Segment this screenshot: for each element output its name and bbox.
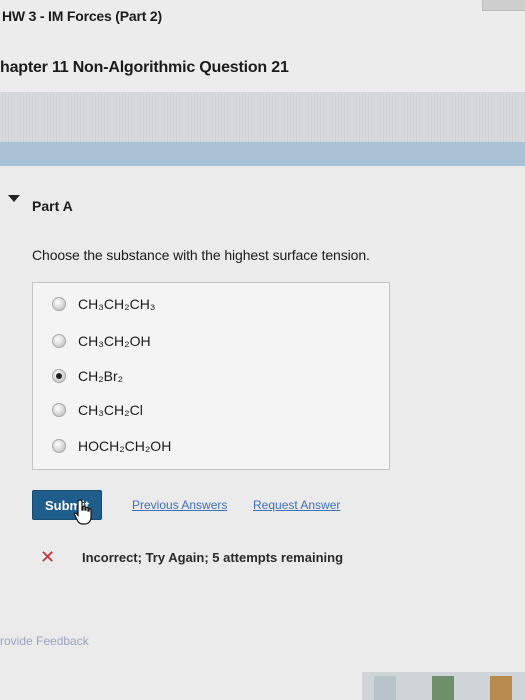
header-band xyxy=(0,92,525,142)
assignment-title: HW 3 - IM Forces (Part 2) xyxy=(2,8,162,24)
top-right-control[interactable] xyxy=(482,0,525,11)
radio-button[interactable] xyxy=(52,334,66,348)
option-label: CH₂Br₂ xyxy=(78,368,124,384)
app-icon[interactable] xyxy=(490,676,512,700)
radio-button-selected[interactable] xyxy=(52,369,66,383)
app-icon[interactable] xyxy=(432,676,454,700)
option-label: HOCH₂CH₂OH xyxy=(78,438,172,454)
radio-button[interactable] xyxy=(52,403,66,417)
request-answer-link[interactable]: Request Answer xyxy=(253,498,340,512)
feedback-status: Incorrect; Try Again; 5 attempts remaini… xyxy=(82,550,344,565)
option-label: CH₃CH₂OH xyxy=(78,333,151,349)
provide-feedback-link[interactable]: rovide Feedback xyxy=(0,634,89,648)
hand-pointer-icon xyxy=(73,499,92,525)
accent-bar xyxy=(0,142,525,166)
radio-button[interactable] xyxy=(52,297,66,311)
radio-button[interactable] xyxy=(52,439,66,453)
part-label[interactable]: Part A xyxy=(32,198,73,214)
question-title: hapter 11 Non-Algorithmic Question 21 xyxy=(0,59,289,76)
app-icon[interactable] xyxy=(374,676,396,700)
option-2[interactable]: CH₃CH₂OH xyxy=(52,329,151,353)
option-3[interactable]: CH₂Br₂ xyxy=(52,364,123,388)
option-1[interactable]: CH₃CH₂CH₃ xyxy=(52,292,156,316)
question-text: Choose the substance with the highest su… xyxy=(32,247,370,263)
triangle-down-icon[interactable] xyxy=(8,195,20,202)
option-label: CH₃CH₂Cl xyxy=(78,402,143,418)
option-label: CH₃CH₂CH₃ xyxy=(78,296,156,312)
option-4[interactable]: CH₃CH₂Cl xyxy=(52,398,143,422)
x-icon: ✕ xyxy=(40,547,56,567)
option-5[interactable]: HOCH₂CH₂OH xyxy=(52,434,171,458)
header-area: HW 3 - IM Forces (Part 2) hapter 11 Non-… xyxy=(0,0,525,92)
previous-answers-link[interactable]: Previous Answers xyxy=(132,498,227,512)
